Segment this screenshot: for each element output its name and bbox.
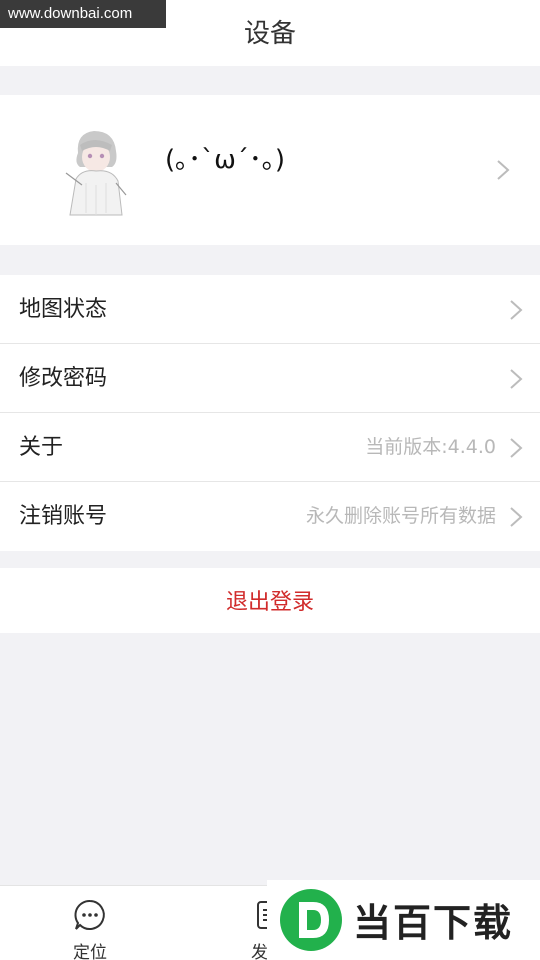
- chat-bubble-icon: [74, 899, 105, 930]
- menu-item-hint: 永久删除账号所有数据: [305, 505, 496, 527]
- chevron-right-icon: [510, 369, 523, 389]
- chevron-right-icon: [510, 507, 523, 527]
- menu-item-label: 修改密码: [19, 366, 108, 391]
- watermark-text: 当百下载: [353, 901, 514, 945]
- logout-label: 退出登录: [225, 590, 314, 615]
- menu-item-change-password[interactable]: 修改密码: [0, 344, 540, 413]
- menu-item-label: 关于: [19, 435, 64, 460]
- menu-item-about[interactable]: 关于 当前版本:4.4.0: [0, 413, 540, 482]
- watermark-logo: 当百下载: [267, 880, 540, 960]
- profile-card[interactable]: (｡･`ω´･｡): [0, 95, 540, 245]
- tab-location[interactable]: 定位: [30, 886, 150, 960]
- avatar: [56, 123, 132, 217]
- menu-item-label: 注销账号: [19, 504, 108, 529]
- tab-label: 定位: [73, 943, 107, 960]
- d-logo-icon: [280, 889, 342, 951]
- chevron-right-icon: [510, 300, 523, 320]
- menu-item-delete-account[interactable]: 注销账号 永久删除账号所有数据: [0, 482, 540, 551]
- menu-item-map-status[interactable]: 地图状态: [0, 275, 540, 344]
- app-version: 当前版本:4.4.0: [365, 436, 496, 458]
- chevron-right-icon: [510, 438, 523, 458]
- menu-item-label: 地图状态: [19, 297, 108, 322]
- logout-button[interactable]: 退出登录: [0, 568, 540, 633]
- settings-menu: 地图状态 修改密码 关于 当前版本:4.4.0 注销账号 永久删除账号所有数据: [0, 275, 540, 551]
- chevron-right-icon: [497, 160, 510, 180]
- nickname: (｡･`ω´･｡): [165, 145, 286, 175]
- watermark-url: www.downbai.com: [0, 0, 166, 28]
